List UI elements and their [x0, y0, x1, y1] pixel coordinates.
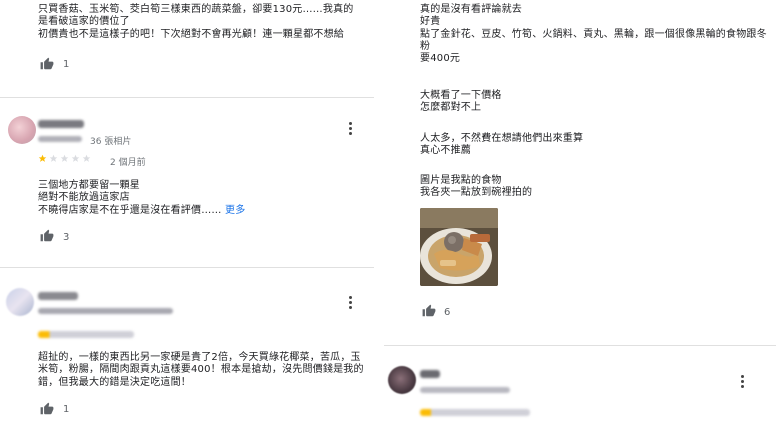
review-paragraph: 圖片是我點的食物 我各夾一點放到碗裡拍的 — [420, 175, 533, 199]
review-text: 三個地方都要留一顆星 絕對不能放過這家店 不曉得店家是不在乎還是沒在看評價…… … — [38, 180, 358, 217]
thumb-up-icon[interactable] — [40, 229, 54, 243]
right-review-column: 真的是沒有看評論就去 好貴 點了金針花、豆皮、竹筍、火鍋料、貢丸、黑輪，跟一個很… — [384, 0, 776, 428]
more-vert-icon[interactable] — [349, 122, 353, 137]
star-icon — [49, 154, 58, 162]
divider — [384, 345, 776, 346]
left-review-column: 只買香菇、玉米筍、茭白筍三樣東西的蔬菜盤，卻要130元……我真的是看破這家的價位… — [0, 0, 384, 428]
review-time: 2 個月前 — [110, 158, 146, 168]
star-icon — [60, 154, 69, 162]
review-text: 超扯的，一樣的東西比另一家硬是貴了2倍，今天買綠花椰菜，苦瓜，玉米筍，粉腸，隔間… — [38, 352, 364, 388]
review-text: 只買香菇、玉米筍、茭白筍三樣東西的蔬菜盤，卻要130元……我真的是看破這家的價位… — [38, 4, 354, 40]
reviewer-info — [420, 387, 510, 393]
star-rating — [420, 409, 530, 416]
divider — [0, 267, 374, 268]
avatar[interactable] — [8, 116, 36, 144]
reviewer-info — [38, 308, 173, 314]
more-vert-icon[interactable] — [349, 296, 353, 311]
review-paragraph: 大概看了一下價格 怎麼都對不上 — [420, 90, 502, 114]
like-count: 1 — [63, 404, 70, 415]
thumb-up-icon[interactable] — [422, 304, 436, 318]
like-count: 3 — [63, 232, 70, 243]
star-icon — [38, 154, 47, 162]
star-rating — [38, 331, 134, 338]
avatar[interactable] — [388, 366, 416, 394]
reviewer-name[interactable] — [38, 292, 78, 300]
thumb-up-icon[interactable] — [40, 57, 54, 71]
star-icon — [82, 154, 91, 162]
like-count: 1 — [63, 59, 70, 70]
reviewer-info — [38, 136, 82, 142]
more-link[interactable]: 更多 — [225, 205, 245, 216]
more-vert-icon[interactable] — [741, 375, 745, 390]
like-count: 6 — [444, 307, 451, 318]
star-rating — [38, 153, 93, 163]
review-paragraph: 真的是沒有看評論就去 好貴 點了金針花、豆皮、竹筍、火鍋料、貢丸、黑輪，跟一個很… — [420, 4, 767, 65]
reviewer-name[interactable] — [420, 370, 440, 378]
review-body: 三個地方都要留一顆星 絕對不能放過這家店 不曉得店家是不在乎還是沒在看評價…… — [38, 180, 222, 216]
review-photo[interactable] — [420, 208, 498, 286]
photo-count: 36 張相片 — [90, 137, 132, 147]
review-paragraph: 人太多，不然費在想請他們出來重算 真心不推薦 — [420, 133, 584, 157]
food-bowl-photo — [420, 208, 498, 286]
divider — [0, 97, 374, 98]
avatar[interactable] — [6, 288, 34, 316]
star-icon — [71, 154, 80, 162]
reviewer-name[interactable] — [38, 120, 84, 128]
thumb-up-icon[interactable] — [40, 402, 54, 416]
